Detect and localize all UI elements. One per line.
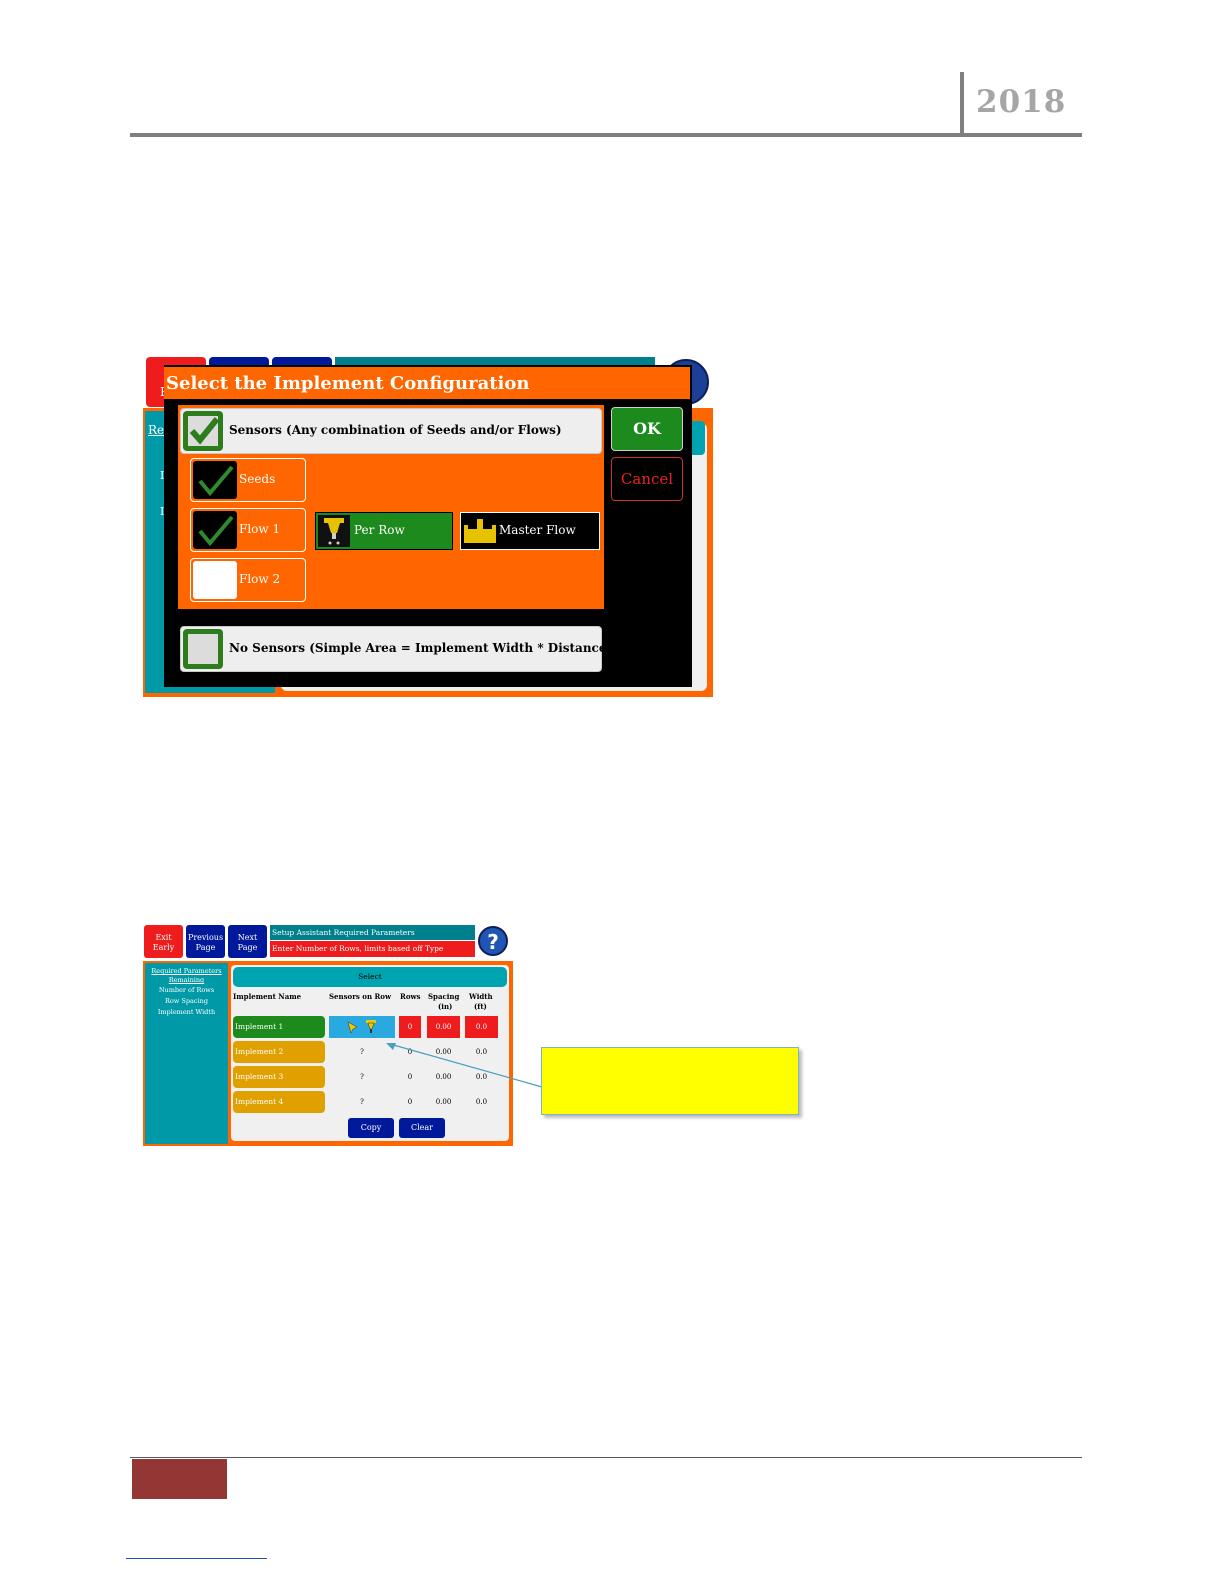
next-page-label: Next Page [237, 933, 258, 952]
flow1-checkbox[interactable] [193, 511, 237, 549]
spacing-value[interactable]: 0.00 [427, 1098, 460, 1106]
next-page-button[interactable]: Next Page [228, 925, 267, 958]
sensors-label: Sensors (Any combination of Seeds and/or… [229, 423, 562, 437]
footer-link-underline [126, 1558, 267, 1559]
copy-button[interactable]: Copy [348, 1118, 394, 1138]
sensors-option[interactable]: Sensors (Any combination of Seeds and/or… [180, 408, 602, 454]
select-label: Select [358, 972, 382, 981]
clear-button[interactable]: Clear [399, 1118, 445, 1138]
width-value[interactable]: 0.0 [465, 1098, 498, 1106]
dialog-title: Select the Implement Configuration [166, 373, 530, 394]
seeds-option[interactable]: Seeds [190, 458, 306, 502]
checkmark-icon [198, 515, 234, 547]
flow1-option[interactable]: Flow 1 [190, 508, 306, 552]
cancel-label: Cancel [620, 470, 674, 488]
cancel-button[interactable]: Cancel [611, 457, 683, 501]
header-subtitle-bar: Enter Number of Rows, limits based off T… [270, 941, 475, 957]
checkmark-icon [189, 417, 220, 445]
help-button[interactable]: ? [478, 926, 508, 956]
implement-config-screenshot: E Re I I Select the Implement Configurat… [143, 353, 713, 697]
sidebar-heading[interactable]: Remaining [145, 976, 228, 984]
column-header-width: Width [469, 992, 493, 1001]
seeds-checkbox[interactable] [193, 461, 237, 499]
flow2-label: Flow 2 [239, 572, 281, 586]
per-row-icon [318, 515, 350, 547]
column-header-name: Implement Name [233, 992, 302, 1001]
header-divider [960, 72, 964, 134]
implement-1-button[interactable]: Implement 1 [233, 1016, 325, 1038]
background-sidebar-link: Re [148, 423, 165, 437]
no-sensors-label: No Sensors (Simple Area = Implement Widt… [229, 641, 613, 655]
implement-4-button[interactable]: Implement 4 [233, 1091, 325, 1113]
implement-name: Implement 3 [235, 1072, 284, 1081]
implement-2-button[interactable]: Implement 2 [233, 1041, 325, 1063]
no-sensors-checkbox[interactable] [183, 629, 223, 669]
help-icon: ? [487, 930, 499, 954]
exit-early-button[interactable]: Exit Early [144, 925, 183, 958]
ok-button[interactable]: OK [611, 407, 683, 451]
sensors-on-row-value[interactable]: ? [329, 1098, 395, 1106]
config-dialog: Select the Implement Configuration Senso… [164, 365, 692, 687]
select-button[interactable]: Select [233, 967, 507, 987]
header-title: Setup Assistant Required Parameters [272, 928, 415, 937]
flow2-checkbox[interactable] [193, 561, 237, 599]
seed-sensor-icon [347, 1021, 358, 1034]
header-rule [130, 133, 1082, 137]
flow-sensor-icon [366, 1020, 376, 1033]
footer-page-block [132, 1459, 227, 1499]
clear-label: Clear [410, 1123, 433, 1132]
rows-value[interactable]: 0 [399, 1098, 421, 1106]
ok-label: OK [633, 419, 661, 438]
implement-name: Implement 2 [235, 1047, 284, 1056]
copy-label: Copy [360, 1123, 382, 1132]
checkmark-icon [198, 465, 234, 497]
column-unit-width: (ft) [474, 1002, 487, 1011]
implement-name: Implement 1 [235, 1022, 284, 1031]
column-unit-spacing: (in) [438, 1002, 453, 1011]
footer-rule [130, 1457, 1082, 1458]
column-header-sensors: Sensors on Row [329, 992, 391, 1001]
per-row-button[interactable]: Per Row [315, 512, 453, 550]
width-value: 0.0 [475, 1023, 488, 1031]
seeds-label: Seeds [239, 472, 276, 486]
no-sensors-option[interactable]: No Sensors (Simple Area = Implement Widt… [180, 626, 612, 672]
master-flow-button[interactable]: Master Flow [460, 512, 600, 550]
header-title-bar: Setup Assistant Required Parameters [270, 925, 475, 940]
master-flow-icon [464, 519, 496, 543]
checkbox-fill [188, 634, 218, 664]
sidebar: Required Parameters Remaining Number of … [145, 963, 228, 1144]
header-year: 2018 [976, 84, 1067, 120]
exit-early-label: Exit Early [152, 933, 175, 952]
spacing-value: 0.00 [435, 1023, 452, 1031]
per-row-label: Per Row [354, 523, 405, 537]
sidebar-item: Number of Rows [158, 986, 215, 994]
implement-name: Implement 4 [235, 1097, 284, 1106]
previous-page-label: Previous Page [187, 933, 224, 952]
column-header-rows: Rows [400, 992, 421, 1001]
column-header-spacing: Spacing [428, 992, 460, 1001]
callout-box [541, 1047, 799, 1115]
dialog-title-bar: Select the Implement Configuration [164, 367, 690, 399]
rows-value: 0 [407, 1023, 413, 1031]
sidebar-heading[interactable]: Required Parameters [145, 967, 228, 975]
master-flow-label: Master Flow [499, 523, 576, 537]
previous-page-button[interactable]: Previous Page [186, 925, 225, 958]
implement-3-button[interactable]: Implement 3 [233, 1066, 325, 1088]
sensors-checkbox[interactable] [183, 411, 223, 451]
flow2-option[interactable]: Flow 2 [190, 558, 306, 602]
sidebar-item: Implement Width [157, 1008, 216, 1016]
flow1-label: Flow 1 [239, 522, 281, 536]
header-subtitle: Enter Number of Rows, limits based off T… [272, 944, 444, 953]
callout-arrow [386, 1043, 543, 1088]
sidebar-item: Row Spacing [165, 997, 208, 1005]
